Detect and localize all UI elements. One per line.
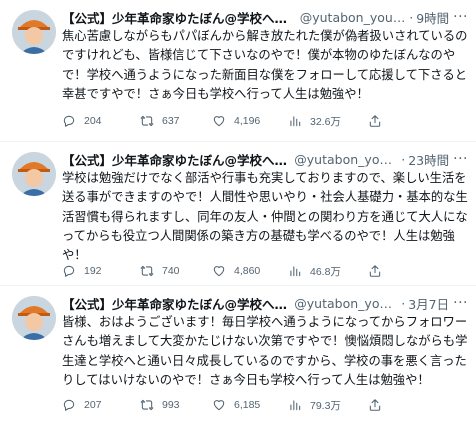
reply-icon bbox=[63, 399, 75, 411]
reply-count: 192 bbox=[84, 265, 102, 277]
retweet-button[interactable]: 637 bbox=[140, 114, 180, 128]
separator-dot: · bbox=[401, 295, 406, 311]
user-handle[interactable]: @yutabon_yout... bbox=[294, 152, 398, 167]
tweet[interactable]: 【公式】少年革命家ゆたぼん@学校へ行... @yutabon_yout... ·… bbox=[0, 0, 476, 142]
reply-button[interactable]: 204 bbox=[62, 114, 102, 128]
separator-dot: · bbox=[401, 151, 406, 167]
retweet-count: 637 bbox=[162, 115, 180, 127]
views-count: 32.6万 bbox=[310, 115, 341, 128]
retweet-count: 993 bbox=[162, 399, 180, 411]
more-icon[interactable]: ··· bbox=[449, 9, 468, 25]
avatar[interactable] bbox=[12, 152, 56, 196]
share-button[interactable] bbox=[368, 398, 390, 412]
like-count: 4,196 bbox=[234, 115, 261, 127]
share-icon bbox=[369, 265, 381, 277]
like-count: 4,860 bbox=[234, 265, 261, 277]
retweet-count: 740 bbox=[162, 265, 180, 277]
timestamp[interactable]: 9時間 bbox=[416, 8, 449, 26]
tweet[interactable]: 【公式】少年革命家ゆたぼん@学校へ行... @yutabon_yout... ·… bbox=[0, 286, 476, 424]
display-name[interactable]: 【公式】少年革命家ゆたぼん@学校へ行... bbox=[62, 8, 294, 26]
tweet-header: 【公式】少年革命家ゆたぼん@学校へ行... @yutabon_yout... ·… bbox=[62, 8, 468, 26]
user-handle[interactable]: @yutabon_yout... bbox=[300, 10, 406, 25]
tweet-text: 学校は勉強だけでなく部活や行事も充実しておりますので、楽しい生活を送る事ができま… bbox=[62, 171, 468, 263]
timestamp[interactable]: 3月7日 bbox=[408, 294, 449, 312]
views-button[interactable]: 32.6万 bbox=[288, 114, 341, 129]
more-icon[interactable]: ··· bbox=[449, 295, 468, 311]
retweet-button[interactable]: 993 bbox=[140, 398, 180, 412]
retweet-button[interactable]: 740 bbox=[140, 264, 180, 278]
retweet-icon bbox=[140, 399, 154, 411]
heart-icon bbox=[213, 266, 225, 277]
tweet-actions: 207 993 6,185 79.3万 bbox=[62, 396, 468, 414]
user-handle[interactable]: @yutabon_yout... bbox=[294, 296, 398, 311]
retweet-icon bbox=[140, 115, 154, 127]
views-count: 79.3万 bbox=[310, 399, 341, 412]
tweet-actions: 192 740 4,860 46.8万 bbox=[62, 262, 468, 280]
reply-icon bbox=[63, 265, 75, 277]
retweet-icon bbox=[140, 265, 154, 277]
display-name[interactable]: 【公式】少年革命家ゆたぼん@学校へ行... bbox=[62, 150, 288, 168]
like-count: 6,185 bbox=[234, 399, 261, 411]
analytics-icon bbox=[290, 266, 301, 277]
like-button[interactable]: 4,196 bbox=[212, 114, 260, 128]
analytics-icon bbox=[290, 400, 301, 411]
timeline-feed: 【公式】少年革命家ゆたぼん@学校へ行... @yutabon_yout... ·… bbox=[0, 0, 476, 424]
views-button[interactable]: 46.8万 bbox=[288, 264, 341, 279]
timestamp[interactable]: 23時間 bbox=[408, 150, 449, 168]
tweet-header: 【公式】少年革命家ゆたぼん@学校へ行... @yutabon_yout... ·… bbox=[62, 150, 468, 168]
share-button[interactable] bbox=[368, 264, 390, 278]
tweet-text: 皆様、おはようございます！毎日学校へ通うようになってからフォロワーさんも増えまし… bbox=[62, 315, 468, 387]
avatar[interactable] bbox=[12, 10, 56, 54]
tweet-text: 焦心苦慮しながらもパパぼんから解き放たれた僕が偽者扱いされているのですけれども、… bbox=[62, 29, 468, 101]
like-button[interactable]: 4,860 bbox=[212, 264, 260, 278]
tweet[interactable]: 【公式】少年革命家ゆたぼん@学校へ行... @yutabon_yout... ·… bbox=[0, 142, 476, 286]
more-icon[interactable]: ··· bbox=[449, 151, 468, 167]
share-icon bbox=[369, 399, 381, 411]
reply-button[interactable]: 192 bbox=[62, 264, 102, 278]
views-button[interactable]: 79.3万 bbox=[288, 398, 341, 413]
reply-button[interactable]: 207 bbox=[62, 398, 102, 412]
share-button[interactable] bbox=[368, 114, 390, 128]
tweet-actions: 204 637 4,196 32.6万 bbox=[62, 112, 468, 130]
reply-count: 207 bbox=[84, 399, 102, 411]
separator-dot: · bbox=[409, 9, 414, 25]
reply-icon bbox=[63, 115, 75, 127]
analytics-icon bbox=[290, 116, 301, 127]
views-count: 46.8万 bbox=[310, 265, 341, 278]
display-name[interactable]: 【公式】少年革命家ゆたぼん@学校へ行... bbox=[62, 294, 288, 312]
avatar[interactable] bbox=[12, 296, 56, 340]
like-button[interactable]: 6,185 bbox=[212, 398, 260, 412]
tweet-header: 【公式】少年革命家ゆたぼん@学校へ行... @yutabon_yout... ·… bbox=[62, 294, 468, 312]
heart-icon bbox=[213, 116, 225, 127]
reply-count: 204 bbox=[84, 115, 102, 127]
heart-icon bbox=[213, 400, 225, 411]
share-icon bbox=[369, 115, 381, 127]
